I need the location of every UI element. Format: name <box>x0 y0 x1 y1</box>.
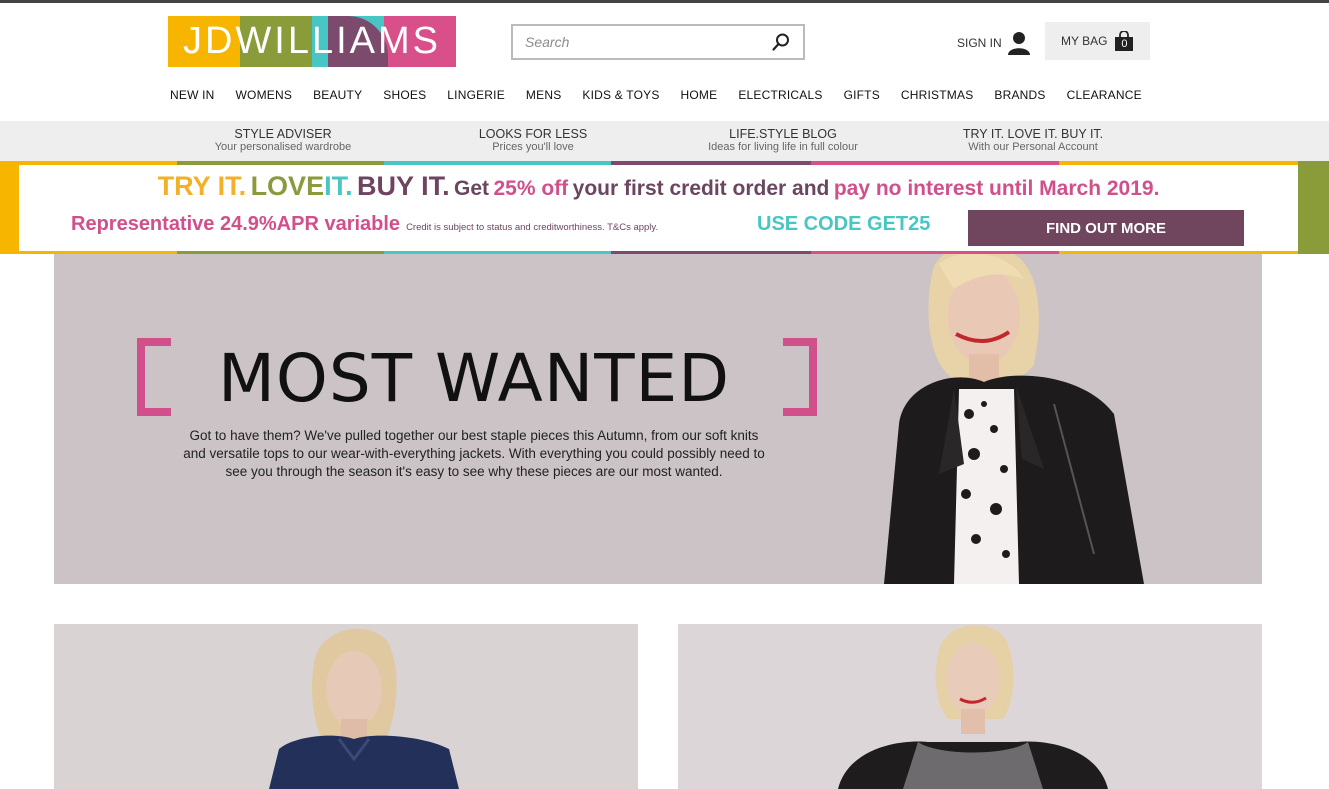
nav-kids-toys[interactable]: KIDS & TOYS <box>582 88 659 104</box>
subnav-title: LOOKS FOR LESS <box>478 127 588 141</box>
nav-lingerie[interactable]: LINGERIE <box>447 88 505 104</box>
nav-home[interactable]: HOME <box>681 88 718 104</box>
search-box[interactable] <box>511 24 805 60</box>
subnav-title: LIFE.STYLE BLOG <box>729 127 837 141</box>
find-out-more-button[interactable]: FIND OUT MORE <box>968 210 1244 246</box>
promo-get: Get <box>454 177 490 200</box>
subnav-style-adviser[interactable]: STYLE ADVISER Your personalised wardrobe <box>158 127 408 154</box>
nav-clearance[interactable]: CLEARANCE <box>1067 88 1142 104</box>
promo-fine-print: Credit is subject to status and creditwo… <box>406 222 659 233</box>
subnav-subtitle: Your personalised wardrobe <box>214 141 352 153</box>
secondary-navigation: STYLE ADVISER Your personalised wardrobe… <box>0 121 1329 165</box>
hero-model-image <box>884 254 1144 584</box>
product-tile-denim[interactable] <box>54 624 638 789</box>
promo-apr: Representative 24.9%APR variable <box>71 213 401 235</box>
nav-mens[interactable]: MENS <box>526 88 561 104</box>
user-icon <box>1007 32 1030 55</box>
search-input[interactable] <box>525 32 765 52</box>
nav-womens[interactable]: WOMENS <box>236 88 293 104</box>
promo-try: TRY IT. <box>157 171 247 201</box>
promo-it: IT. <box>324 171 353 201</box>
subnav-lifestyle-blog[interactable]: LIFE.STYLE BLOG Ideas for living life in… <box>658 127 908 154</box>
promo-strip-olive-right <box>1298 161 1329 254</box>
subnav-try-it[interactable]: TRY IT. LOVE IT. BUY IT. With our Person… <box>908 127 1158 154</box>
promo-order: your first credit order and <box>572 177 830 200</box>
my-bag-button[interactable]: MY BAG 0 <box>1045 22 1150 60</box>
nav-christmas[interactable]: CHRISTMAS <box>901 88 973 104</box>
nav-new-in[interactable]: NEW IN <box>170 88 215 104</box>
right-bracket <box>783 338 817 416</box>
subnav-subtitle: Prices you'll love <box>492 141 574 153</box>
left-bracket <box>137 338 171 416</box>
nav-electricals[interactable]: ELECTRICALS <box>738 88 822 104</box>
brand-logo[interactable]: JDWILLIAMS <box>168 16 456 67</box>
top-border <box>0 0 1329 3</box>
subnav-looks-for-less[interactable]: LOOKS FOR LESS Prices you'll love <box>408 127 658 154</box>
promo-buy: BUY IT. <box>357 171 450 201</box>
nav-shoes[interactable]: SHOES <box>383 88 426 104</box>
nav-brands[interactable]: BRANDS <box>994 88 1045 104</box>
subnav-title: STYLE ADVISER <box>234 127 332 141</box>
sign-in-link[interactable]: SIGN IN <box>957 29 1030 57</box>
promo-headline: TRY IT. LOVEIT. BUY IT. Get 25% off your… <box>19 171 1298 202</box>
sign-in-label: SIGN IN <box>957 36 1002 50</box>
promo-code: USE CODE GET25 <box>757 213 931 235</box>
promo-apr-line: Representative 24.9%APR variable Credit … <box>71 213 658 236</box>
tile-model-image <box>838 625 1108 789</box>
hero-title: MOST WANTED <box>217 340 731 417</box>
logo-text: JDWILLIAMS <box>182 20 442 62</box>
promo-interest: pay no interest until March 2019. <box>833 177 1160 200</box>
promo-banner: TRY IT. LOVEIT. BUY IT. Get 25% off your… <box>0 161 1329 254</box>
tile-model-image <box>269 628 459 789</box>
hero-description: Got to have them? We've pulled together … <box>183 428 765 479</box>
promo-love: LOVE <box>250 171 325 201</box>
promo-discount: 25% off <box>493 177 569 200</box>
nav-gifts[interactable]: GIFTS <box>844 88 880 104</box>
bag-count: 0 <box>1121 38 1128 50</box>
hero-banner[interactable]: MOST WANTED Got to have them? We've pull… <box>54 254 1262 584</box>
promo-content: TRY IT. LOVEIT. BUY IT. Get 25% off your… <box>19 165 1298 251</box>
subnav-subtitle: Ideas for living life in full colour <box>708 141 858 153</box>
subnav-subtitle: With our Personal Account <box>968 141 1098 153</box>
my-bag-label: MY BAG <box>1061 34 1108 48</box>
main-navigation: NEW IN WOMENS BEAUTY SHOES LINGERIE MENS… <box>170 88 1142 104</box>
search-icon[interactable] <box>771 32 791 52</box>
subnav-title: TRY IT. LOVE IT. BUY IT. <box>962 127 1104 141</box>
nav-beauty[interactable]: BEAUTY <box>313 88 362 104</box>
bag-icon: 0 <box>1115 30 1134 51</box>
product-tile-dress[interactable] <box>678 624 1262 789</box>
